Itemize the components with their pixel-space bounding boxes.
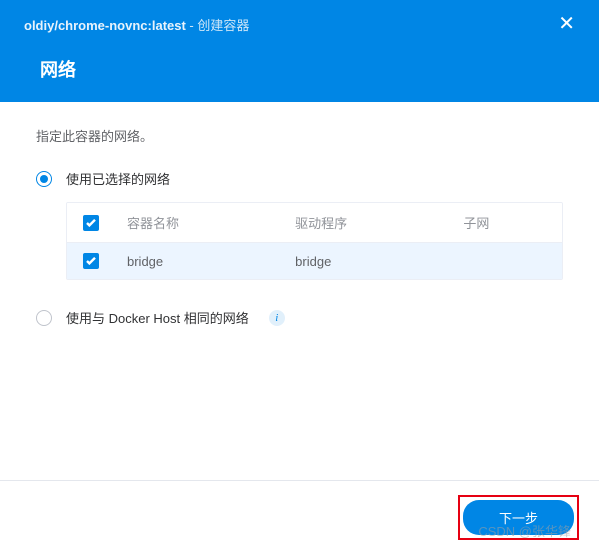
option-use-selected-network[interactable]: 使用已选择的网络 bbox=[36, 169, 563, 188]
dialog-header: oldiy/chrome-novnc:latest - 创建容器 ✕ 网络 bbox=[0, 0, 599, 102]
create-container-dialog: oldiy/chrome-novnc:latest - 创建容器 ✕ 网络 指定… bbox=[0, 0, 599, 554]
header-top-bar: oldiy/chrome-novnc:latest - 创建容器 ✕ bbox=[0, 0, 599, 46]
info-icon[interactable]: i bbox=[269, 310, 285, 326]
next-button-highlight: 下一步 bbox=[458, 495, 579, 540]
option-use-docker-host-network[interactable]: 使用与 Docker Host 相同的网络 i bbox=[36, 308, 563, 327]
cell-driver: bridge bbox=[283, 243, 451, 280]
select-all-checkbox[interactable] bbox=[83, 215, 99, 231]
col-container-name: 容器名称 bbox=[115, 203, 283, 243]
dialog-footer: 下一步 bbox=[0, 480, 599, 554]
network-table: 容器名称 驱动程序 子网 bridge bridge bbox=[66, 202, 563, 280]
dialog-body: 指定此容器的网络。 使用已选择的网络 容器名称 驱动程序 子网 bbox=[0, 102, 599, 480]
col-driver: 驱动程序 bbox=[283, 203, 451, 243]
image-name: oldiy/chrome-novnc:latest bbox=[24, 18, 186, 33]
col-subnet: 子网 bbox=[451, 203, 562, 243]
radio-selected-network[interactable] bbox=[36, 171, 52, 187]
cell-name: bridge bbox=[115, 243, 283, 280]
header-checkbox-cell bbox=[67, 203, 115, 243]
dialog-title: oldiy/chrome-novnc:latest - 创建容器 bbox=[24, 15, 249, 34]
next-button[interactable]: 下一步 bbox=[463, 500, 574, 535]
radio-label: 使用已选择的网络 bbox=[66, 169, 170, 188]
row-checkbox[interactable] bbox=[83, 253, 99, 269]
header-section: 网络 bbox=[0, 46, 599, 102]
instruction-text: 指定此容器的网络。 bbox=[36, 126, 563, 145]
cell-subnet bbox=[451, 243, 562, 280]
table-header-row: 容器名称 驱动程序 子网 bbox=[67, 203, 562, 243]
close-icon[interactable]: ✕ bbox=[550, 10, 583, 38]
row-checkbox-cell bbox=[67, 243, 115, 280]
table-row[interactable]: bridge bridge bbox=[67, 243, 562, 280]
radio-docker-host[interactable] bbox=[36, 310, 52, 326]
radio-label: 使用与 Docker Host 相同的网络 bbox=[66, 308, 249, 327]
dialog-action: 创建容器 bbox=[197, 18, 249, 33]
section-title: 网络 bbox=[40, 56, 575, 82]
